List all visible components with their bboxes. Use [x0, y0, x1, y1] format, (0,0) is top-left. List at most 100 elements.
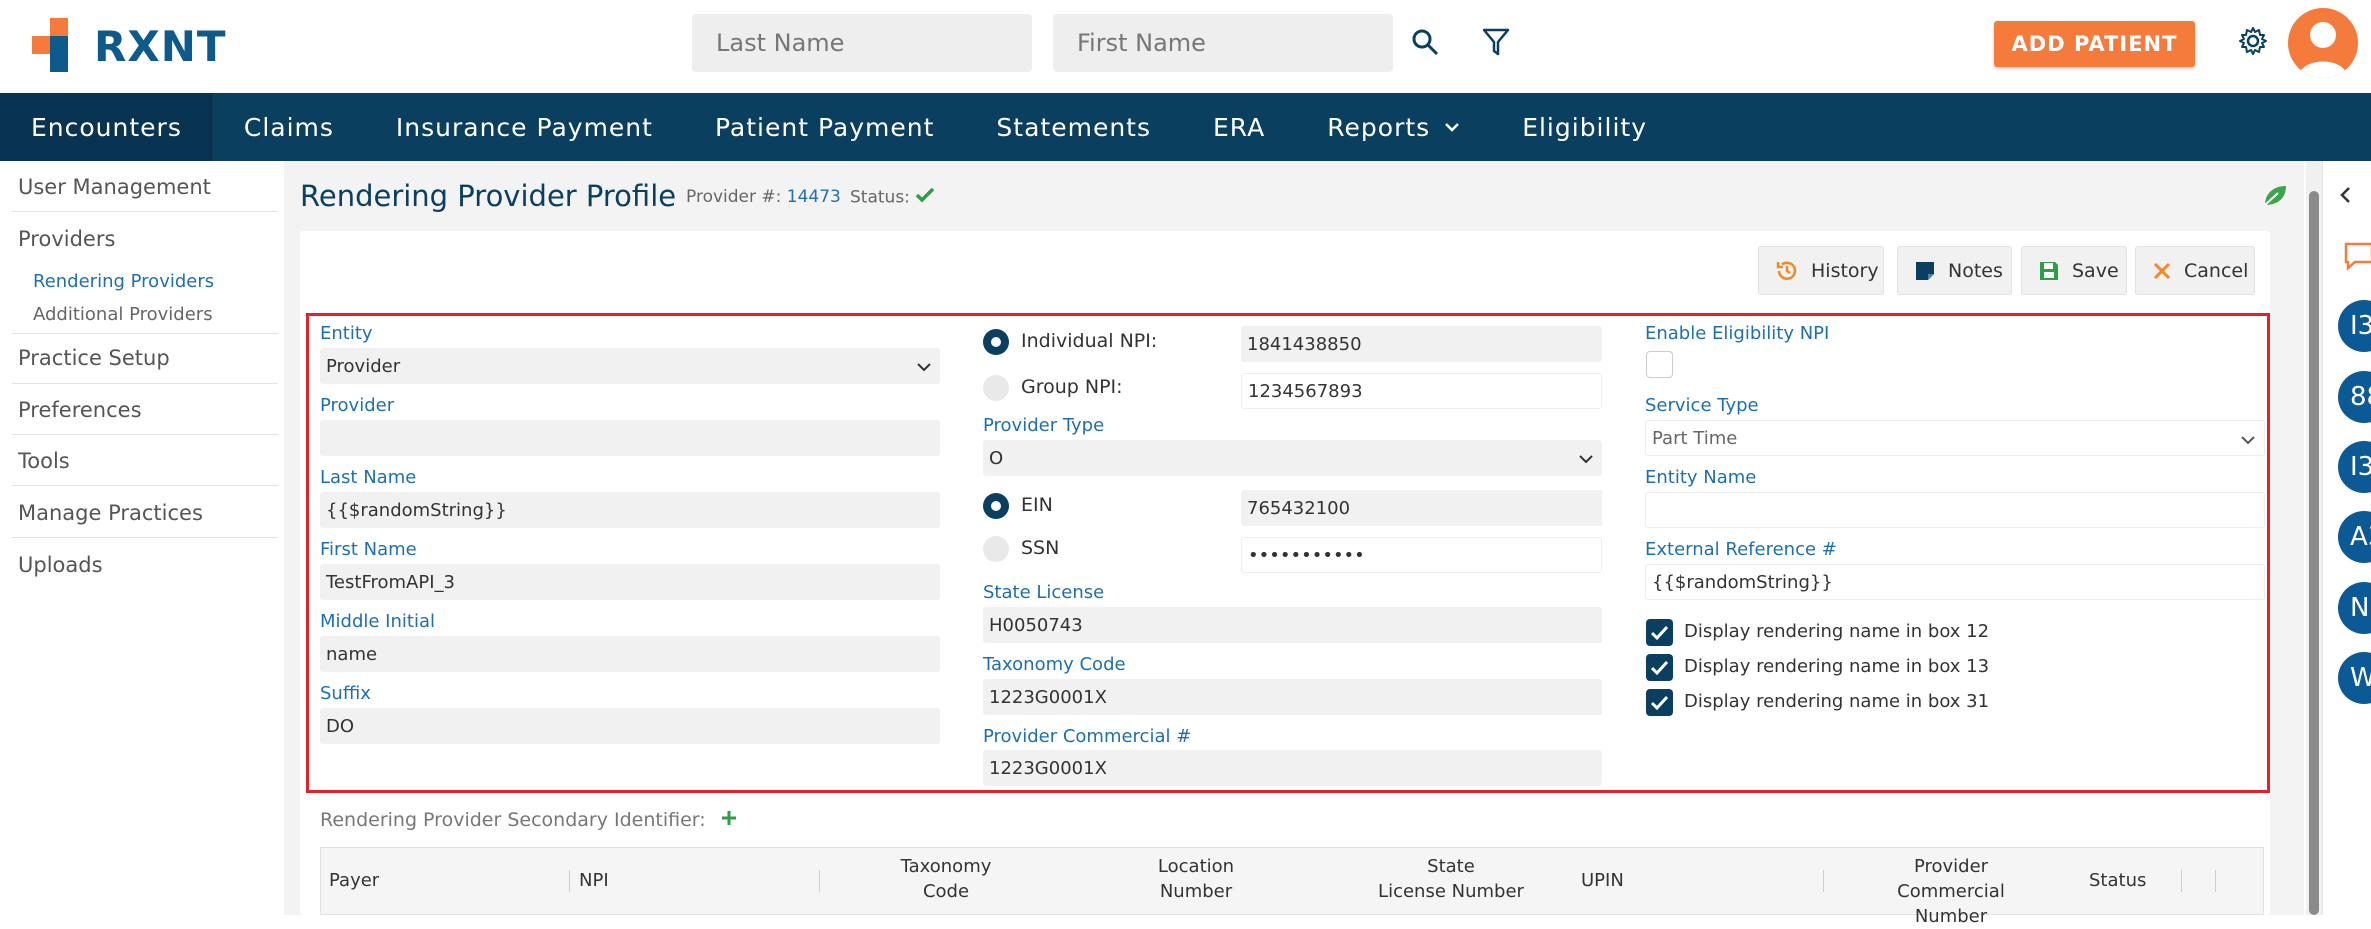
save-icon: [2038, 260, 2060, 282]
avatar[interactable]: [2288, 8, 2358, 78]
sidebar-item-providers[interactable]: Providers: [18, 227, 115, 251]
external-reference-field[interactable]: {{$randomString}}: [1645, 564, 2265, 600]
ein-radio[interactable]: [983, 493, 1009, 519]
provider-type-select[interactable]: O: [983, 440, 1602, 476]
nav-patient-payment[interactable]: Patient Payment: [684, 93, 965, 161]
close-icon: [2152, 261, 2172, 281]
search-icon[interactable]: [1405, 22, 1445, 62]
sidebar-item-preferences[interactable]: Preferences: [18, 398, 142, 422]
col-state-license-number[interactable]: State License Number: [1361, 854, 1541, 904]
entity-name-label: Entity Name: [1645, 467, 1757, 488]
cancel-button[interactable]: Cancel: [2135, 246, 2255, 295]
taxonomy-code-field[interactable]: 1223G0001X: [983, 679, 1602, 715]
sidebar-item-tools[interactable]: Tools: [18, 449, 70, 473]
chat-icon[interactable]: [2343, 241, 2371, 275]
last-name-search-input[interactable]: [692, 14, 1032, 72]
add-icon[interactable]: [720, 809, 738, 832]
box13-checkbox[interactable]: [1646, 654, 1673, 681]
nav-encounters[interactable]: Encounters: [0, 93, 213, 161]
box12-label: Display rendering name in box 12: [1684, 621, 1990, 642]
column-separator: [2181, 870, 2182, 892]
nav-era[interactable]: ERA: [1182, 93, 1296, 161]
sidebar: User Management Providers Rendering Prov…: [0, 161, 284, 915]
sidebar-divider: [12, 383, 278, 384]
suffix-field[interactable]: DO: [320, 708, 940, 744]
col-upin[interactable]: UPIN: [1581, 868, 1624, 893]
check-icon: [915, 187, 935, 208]
middle-initial-field[interactable]: name: [320, 636, 940, 672]
sidebar-item-rendering-providers[interactable]: Rendering Providers: [33, 271, 214, 292]
group-npi-radio[interactable]: [983, 375, 1009, 401]
ssn-field[interactable]: •••••••••••: [1241, 537, 1602, 573]
chevron-left-icon[interactable]: [2339, 186, 2351, 208]
service-type-label: Service Type: [1645, 395, 1759, 416]
group-npi-field[interactable]: 1234567893: [1241, 373, 1602, 409]
provider-type-label: Provider Type: [983, 415, 1105, 436]
state-license-field[interactable]: H0050743: [983, 607, 1602, 643]
first-name-search-input[interactable]: [1053, 14, 1393, 72]
column-separator: [819, 870, 820, 892]
ein-label: EIN: [1021, 494, 1053, 516]
sidebar-divider: [12, 485, 278, 486]
filter-icon[interactable]: [1476, 22, 1516, 62]
box31-checkbox[interactable]: [1646, 689, 1673, 716]
last-name-field[interactable]: {{$randomString}}: [320, 492, 940, 528]
sidebar-item-user-management[interactable]: User Management: [18, 175, 211, 199]
leaf-icon[interactable]: [2262, 183, 2288, 211]
sidebar-item-manage-practices[interactable]: Manage Practices: [18, 501, 203, 525]
main-content: Rendering Provider Profile Provider #: 1…: [284, 161, 2304, 927]
sidebar-item-uploads[interactable]: Uploads: [18, 553, 103, 577]
col-provider-commercial-number[interactable]: Provider Commercial Number: [1861, 854, 2041, 929]
sidebar-item-practice-setup[interactable]: Practice Setup: [18, 346, 170, 370]
provider-commercial-label: Provider Commercial #: [983, 726, 1192, 747]
entity-name-field[interactable]: [1645, 492, 2265, 528]
scrollbar-thumb[interactable]: [2309, 191, 2319, 915]
highlight-frame: Entity Provider Provider Last Name {{$ra…: [306, 313, 2270, 793]
col-payer[interactable]: Payer: [329, 868, 379, 893]
box31-label: Display rendering name in box 31: [1684, 691, 1990, 712]
state-license-label: State License: [983, 582, 1105, 603]
main-nav: Encounters Claims Insurance Payment Pati…: [0, 93, 2371, 161]
ssn-radio[interactable]: [983, 536, 1009, 562]
column-separator: [569, 870, 570, 892]
provider-commercial-field[interactable]: 1223G0001X: [983, 750, 1602, 786]
nav-insurance-payment[interactable]: Insurance Payment: [365, 93, 684, 161]
column-separator: [1823, 870, 1824, 892]
entity-select[interactable]: Provider: [320, 348, 940, 384]
nav-claims[interactable]: Claims: [213, 93, 365, 161]
first-name-field[interactable]: TestFromAPI_3: [320, 564, 940, 600]
notes-button[interactable]: Notes: [1897, 246, 2012, 295]
entity-label: Entity: [320, 323, 373, 344]
column-separator: [2215, 870, 2216, 892]
nav-statements[interactable]: Statements: [965, 93, 1182, 161]
col-status[interactable]: Status: [2089, 868, 2146, 893]
individual-npi-radio[interactable]: [983, 329, 1009, 355]
gear-icon[interactable]: [2233, 21, 2273, 61]
save-button[interactable]: Save: [2021, 246, 2127, 295]
history-icon: [1775, 259, 1799, 283]
service-type-select[interactable]: Part Time: [1645, 420, 2265, 456]
individual-npi-field[interactable]: 1841438850: [1241, 326, 1602, 362]
col-location-number[interactable]: Location Number: [1116, 854, 1276, 904]
logo-cross-icon: [32, 18, 88, 74]
enable-eligibility-npi-checkbox[interactable]: [1646, 351, 1673, 378]
col-npi[interactable]: NPI: [579, 868, 609, 893]
add-patient-button[interactable]: ADD PATIENT: [1994, 21, 2195, 67]
nav-reports[interactable]: Reports: [1296, 93, 1491, 161]
suffix-label: Suffix: [320, 683, 371, 704]
ein-field[interactable]: 765432100: [1241, 490, 1602, 526]
sidebar-item-additional-providers[interactable]: Additional Providers: [33, 304, 213, 325]
secondary-identifier-table-header: Payer NPI Taxonomy Code Location Number St…: [320, 847, 2264, 927]
box12-checkbox[interactable]: [1646, 619, 1673, 646]
sidebar-divider: [12, 333, 278, 334]
scrollbar[interactable]: [2306, 161, 2322, 915]
history-button[interactable]: History: [1758, 246, 1884, 295]
col-taxonomy-code[interactable]: Taxonomy Code: [866, 854, 1026, 904]
nav-eligibility[interactable]: Eligibility: [1491, 93, 1678, 161]
provider-number-value[interactable]: 14473: [787, 187, 841, 207]
page-title: Rendering Provider Profile: [300, 179, 677, 213]
rxnt-logo[interactable]: RXNT: [32, 18, 227, 74]
sidebar-divider: [12, 537, 278, 538]
provider-field[interactable]: [320, 420, 940, 456]
last-name-label: Last Name: [320, 467, 417, 488]
